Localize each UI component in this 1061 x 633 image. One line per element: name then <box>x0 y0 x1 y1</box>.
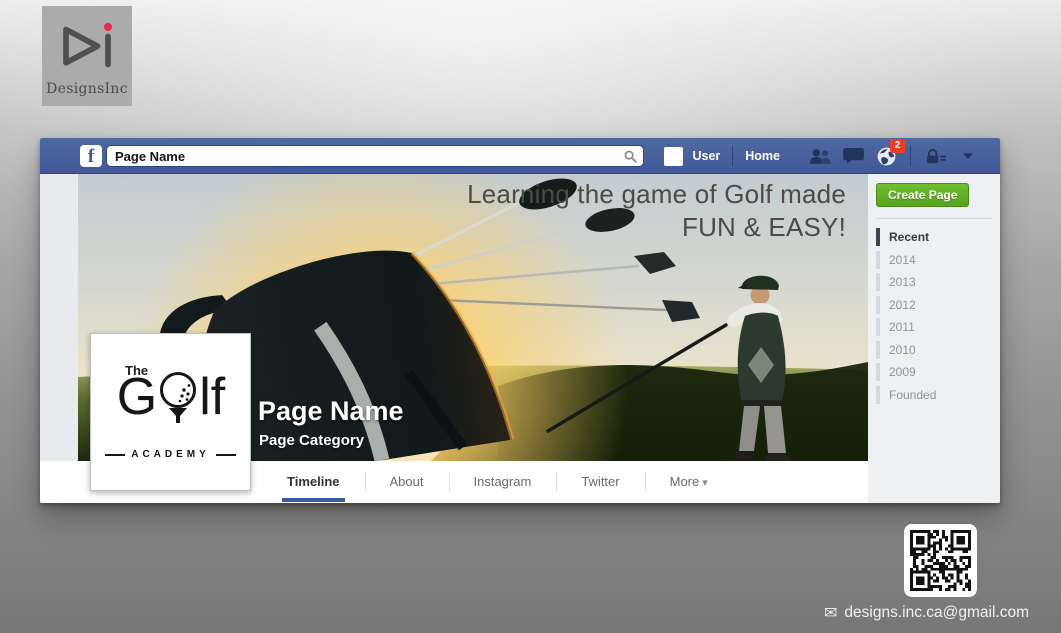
timeline-nav-label: 2010 <box>889 342 916 357</box>
designsinc-logo-icon <box>63 22 113 68</box>
timeline-nav-label: Recent <box>889 230 930 245</box>
tab-label: About <box>389 474 424 489</box>
user-nav-link[interactable]: User <box>692 149 720 163</box>
cover-headline-line2: FUN & EASY! <box>681 211 846 242</box>
facebook-header-bar: f User Home <box>40 138 1000 174</box>
notifications-button[interactable]: 2 <box>874 139 905 168</box>
home-nav-link[interactable]: Home <box>745 149 780 163</box>
timeline-nav-label: 2011 <box>889 320 915 335</box>
timeline-marker <box>876 340 880 359</box>
account-menu-button[interactable] <box>956 144 980 168</box>
email-icon: ✉ <box>824 605 838 622</box>
timeline-nav-2012[interactable]: 2012 <box>876 294 992 317</box>
timeline-nav-2013[interactable]: 2013 <box>876 271 992 294</box>
timeline-marker <box>876 250 880 269</box>
chevron-down-icon: ▾ <box>702 477 708 489</box>
search-box[interactable] <box>106 145 644 167</box>
timeline-nav-2010[interactable]: 2010 <box>876 339 992 362</box>
timeline-marker <box>876 273 880 292</box>
timeline-nav-label: 2009 <box>889 365 916 380</box>
logo-golf-text: G lf <box>106 367 236 427</box>
search-icon[interactable] <box>624 150 637 163</box>
timeline-nav-label: Founded <box>889 387 937 402</box>
cover-headline-line1: Learning the game of Golf made <box>467 179 846 209</box>
left-margin-strip <box>40 174 78 461</box>
email-address: designs.inc.ca@gmail.com <box>844 604 1029 621</box>
tab-label: Instagram <box>473 474 532 489</box>
logo-academy-row: ACADEMY <box>98 449 243 460</box>
tab-label: More <box>669 474 700 489</box>
header-right-nav: User Home 2 <box>664 138 980 174</box>
create-page-button[interactable]: Create Page <box>876 183 970 207</box>
timeline-marker <box>876 385 880 404</box>
logo-rule-right <box>215 453 236 456</box>
logo-rule-left <box>105 453 126 456</box>
right-sidebar: Create Page Recent 2014 2013 2012 2011 2… <box>868 174 1000 503</box>
caret-down-icon <box>963 153 973 159</box>
notification-badge: 2 <box>890 139 905 153</box>
timeline-nav-2011[interactable]: 2011 <box>876 316 992 339</box>
golf-academy-logo: The G lf ACADEMY <box>98 341 243 483</box>
brand-logo: DesignsInc <box>42 6 132 106</box>
search-input[interactable] <box>115 146 605 166</box>
privacy-shortcuts-button[interactable] <box>923 144 947 168</box>
timeline-marker <box>876 295 880 314</box>
timeline-nav-2014[interactable]: 2014 <box>876 249 992 272</box>
timeline-marker <box>876 318 880 337</box>
logo-letters-lf: lf <box>199 368 226 426</box>
facebook-logo[interactable]: f <box>80 145 102 167</box>
page-name: Page Name <box>258 396 404 426</box>
timeline-nav-2009[interactable]: 2009 <box>876 361 992 384</box>
timeline-nav-label: 2012 <box>889 297 916 312</box>
qr-code <box>904 524 977 597</box>
friend-requests-button[interactable] <box>808 144 832 168</box>
timeline-nav-founded[interactable]: Founded <box>876 384 992 407</box>
header-divider <box>910 146 911 166</box>
timeline-nav-label: 2013 <box>889 275 916 290</box>
privacy-lock-icon <box>926 148 946 163</box>
golf-ball-on-tee-icon <box>160 372 197 423</box>
page-category: Page Category <box>259 432 365 449</box>
tab-instagram[interactable]: Instagram <box>448 461 557 503</box>
qr-code-icon <box>910 530 971 591</box>
tab-twitter[interactable]: Twitter <box>556 461 644 503</box>
friend-requests-icon <box>809 148 831 164</box>
logo-academy-text: ACADEMY <box>131 449 210 460</box>
timeline-marker <box>876 363 880 382</box>
timeline-nav-recent[interactable]: Recent <box>876 226 992 249</box>
timeline-marker <box>876 228 880 247</box>
tab-about[interactable]: About <box>364 461 449 503</box>
header-divider <box>732 146 734 166</box>
tab-timeline[interactable]: Timeline <box>262 461 365 503</box>
messages-button[interactable] <box>841 144 865 168</box>
user-avatar[interactable] <box>664 146 684 166</box>
profile-picture[interactable]: The G lf ACADEMY <box>90 333 251 491</box>
facebook-page-mockup: f User Home <box>40 138 1000 503</box>
cover-headline: Learning the game of Golf made FUN & EAS… <box>467 178 846 243</box>
logo-letter-g: G <box>116 368 158 426</box>
tab-label: Timeline <box>287 474 340 489</box>
messages-icon <box>842 147 864 165</box>
sidebar-divider <box>876 218 992 219</box>
tab-label: Twitter <box>581 474 620 489</box>
tab-more[interactable]: More ▾ <box>644 461 733 503</box>
brand-name: DesignsInc <box>46 81 128 97</box>
timeline-nav-label: 2014 <box>889 252 916 267</box>
contact-email: ✉ designs.inc.ca@gmail.com <box>824 603 1029 623</box>
